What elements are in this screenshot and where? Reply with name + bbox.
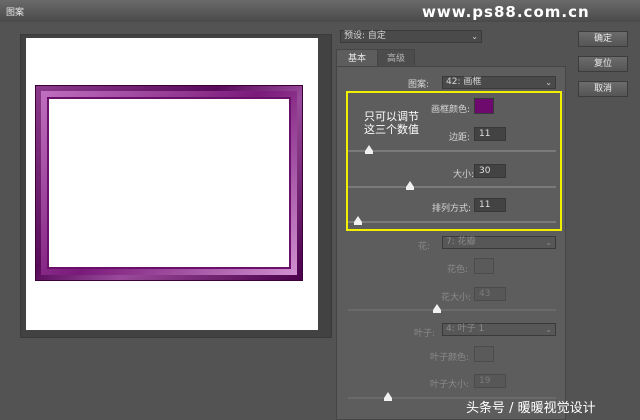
leaf-size-label: 叶子大小:	[430, 380, 470, 390]
flower-select[interactable]: 7: 花瓣 ⌄	[442, 236, 556, 249]
leaf-color-swatch[interactable]	[474, 346, 494, 362]
reset-button[interactable]: 复位	[578, 56, 628, 72]
flower-size-input[interactable]: 43	[474, 287, 506, 301]
flower-size-slider[interactable]	[348, 309, 556, 311]
flower-color-swatch[interactable]	[474, 258, 494, 274]
chevron-down-icon: ⌄	[545, 325, 552, 334]
flower-size-slider-thumb[interactable]	[433, 304, 442, 313]
pattern-value: 42: 画框	[446, 77, 482, 87]
frame-preview-image	[35, 85, 303, 281]
leaf-select[interactable]: 4: 叶子 1 ⌄	[442, 323, 556, 336]
pattern-select[interactable]: 42: 画框 ⌄	[442, 76, 556, 89]
highlight-box	[346, 91, 562, 231]
chevron-down-icon: ⌄	[545, 238, 552, 247]
chevron-down-icon: ⌄	[471, 32, 478, 41]
flower-color-label: 花色:	[447, 265, 469, 275]
leaf-label: 叶子:	[414, 329, 436, 339]
leaf-value: 4: 叶子 1	[446, 324, 485, 334]
footer-watermark: 头条号 / 暖暖视觉设计	[466, 401, 596, 416]
flower-label: 花:	[418, 242, 431, 252]
flower-value: 7: 花瓣	[446, 237, 476, 247]
preset-select[interactable]: 预设: 自定 ⌄	[340, 30, 482, 43]
flower-size-label: 花大小:	[441, 293, 472, 303]
frame-bevel	[41, 91, 297, 275]
chevron-down-icon: ⌄	[545, 78, 552, 87]
frame-inner	[47, 97, 291, 269]
preset-label: 预设: 自定	[344, 31, 386, 41]
leaf-size-input[interactable]: 19	[474, 374, 506, 388]
ok-button[interactable]: 确定	[578, 31, 628, 47]
leaf-color-label: 叶子颜色:	[430, 353, 470, 363]
leaf-size-slider-thumb[interactable]	[383, 392, 392, 401]
cancel-button[interactable]: 取消	[578, 81, 628, 97]
window-title: 图案	[6, 8, 25, 18]
pattern-label: 图案:	[408, 80, 430, 90]
title-bar: 图案 www.ps88.com.cn	[0, 0, 640, 22]
site-watermark: www.ps88.com.cn	[422, 3, 590, 21]
